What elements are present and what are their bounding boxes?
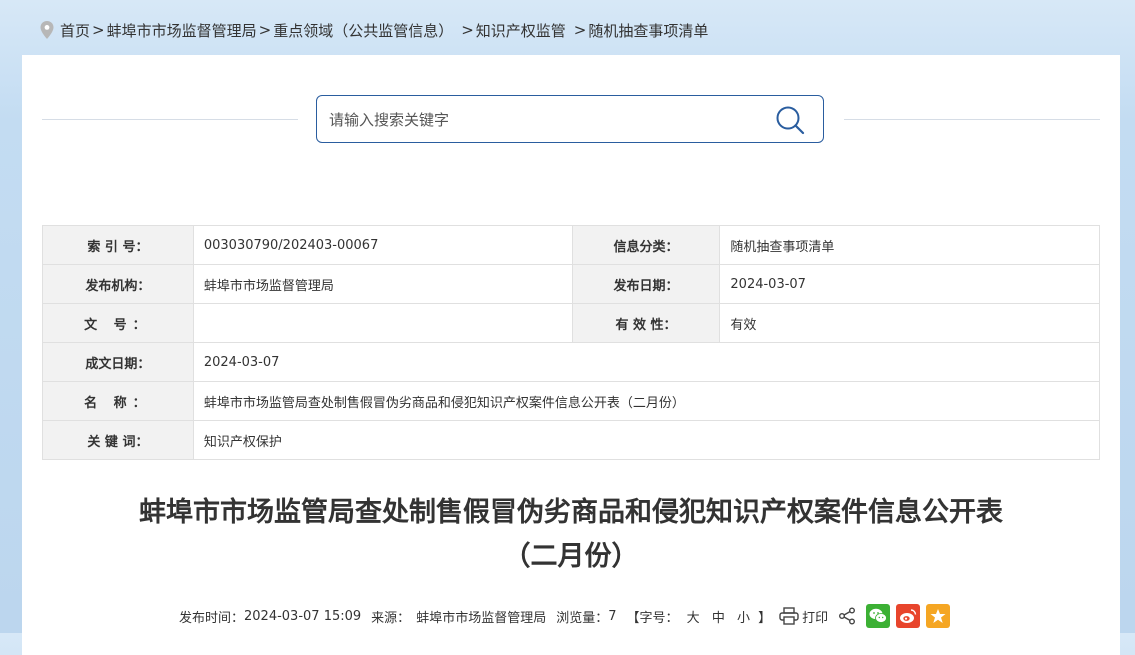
table-row: 成文日期： 2024-03-07 [42,342,1101,382]
info-category-value: 随机抽查事项清单 [719,225,1100,265]
printer-icon [779,607,799,625]
font-size-large-button[interactable]: 大 [687,611,700,626]
font-size-close: 】 [758,610,772,626]
wechat-icon [869,608,888,623]
share-wechat-button[interactable] [866,604,891,628]
creation-date-value: 2024-03-07 [192,342,1101,382]
breadcrumb: 首页 > 蚌埠市市场监督管理局 > 重点领域（公共监管信息） > 知识产权监管 … [40,16,708,44]
breadcrumb-separator: > [92,21,105,39]
breadcrumb-bureau[interactable]: 蚌埠市市场监督管理局 [107,20,257,41]
breadcrumb-ip-supervision[interactable]: 知识产权监管 [476,20,566,41]
breadcrumb-separator: > [461,21,474,39]
font-size-control: 【字号： 大 中 小 】 [627,607,772,626]
views-label: 浏览量： [556,610,609,626]
keywords-label: 关 键 词： [42,420,194,460]
search-divider-right [844,119,1100,120]
weibo-icon [900,609,917,623]
favorite-button[interactable] [926,604,951,628]
info-category-label: 信息分类： [571,225,721,265]
article-title-line-1: 蚌埠市市场监管局查处制售假冒伪劣商品和侵犯知识产权案件信息公开表 [139,497,1003,528]
breadcrumb-home[interactable]: 首页 [60,20,90,41]
name-value: 蚌埠市市场监管局查处制售假冒伪劣商品和侵犯知识产权案件信息公开表（二月份） [192,381,1101,421]
star-icon [930,609,946,623]
search-box [316,95,824,143]
share-icon[interactable] [838,607,856,625]
font-size-label: 【字号： [626,610,679,626]
validity-label: 有 效 性： [571,303,721,343]
table-row: 索 引 号： 003030790/202403-00067 信息分类： 随机抽查… [42,225,1100,265]
creation-date-label: 成文日期： [42,342,194,382]
share-weibo-button[interactable] [896,604,921,628]
article-title: 蚌埠市市场监管局查处制售假冒伪劣商品和侵犯知识产权案件信息公开表 （二月份） [52,491,1090,579]
source-value: 蚌埠市市场监督管理局 [416,610,547,626]
font-size-small-button[interactable]: 小 [737,611,750,626]
search-icon[interactable] [775,105,805,135]
print-button[interactable]: 打印 [779,607,828,626]
index-number-value: 003030790/202403-00067 [192,225,573,265]
article-meta-bar: 发布时间： 2024-03-07 15:09 来源： 蚌埠市市场监督管理局 浏览… [179,601,951,631]
name-label: 名 称： [42,381,194,421]
validity-value: 有效 [719,303,1100,343]
publish-time-label: 发布时间： [179,610,245,626]
publish-date-label: 发布日期： [571,264,721,304]
table-row: 名 称： 蚌埠市市场监管局查处制售假冒伪劣商品和侵犯知识产权案件信息公开表（二月… [42,381,1101,421]
doc-number-label: 文 号： [42,303,194,343]
publish-date-value: 2024-03-07 [719,264,1100,304]
breadcrumb-separator: > [258,21,272,39]
source-label: 来源： [371,610,411,626]
breadcrumb-random-check-list[interactable]: 随机抽查事项清单 [588,20,708,41]
table-row: 关 键 词： 知识产权保护 [42,420,1101,460]
font-size-medium-button[interactable]: 中 [712,611,725,626]
publisher-label: 发布机构： [42,264,194,304]
table-row: 文 号： 有 效 性： 有效 [42,303,1100,343]
info-table: 索 引 号： 003030790/202403-00067 信息分类： 随机抽查… [42,225,1101,460]
print-label: 打印 [802,610,829,626]
search-divider-left [42,119,298,120]
doc-number-value [192,303,573,343]
table-row: 发布机构： 蚌埠市市场监督管理局 发布日期： 2024-03-07 [42,264,1100,304]
location-pin-icon [40,21,54,39]
article-title-line-2: （二月份） [503,541,639,572]
publisher-value: 蚌埠市市场监督管理局 [192,264,573,304]
content-panel: 索 引 号： 003030790/202403-00067 信息分类： 随机抽查… [22,55,1120,655]
views-value: 7 [608,608,617,624]
search-input[interactable] [327,104,761,136]
publish-time-value: 2024-03-07 15:09 [244,608,362,624]
keywords-value: 知识产权保护 [192,420,1101,460]
index-number-label: 索 引 号： [42,225,194,265]
breadcrumb-separator: > [573,21,587,39]
breadcrumb-key-areas[interactable]: 重点领域（公共监管信息） [273,20,453,41]
